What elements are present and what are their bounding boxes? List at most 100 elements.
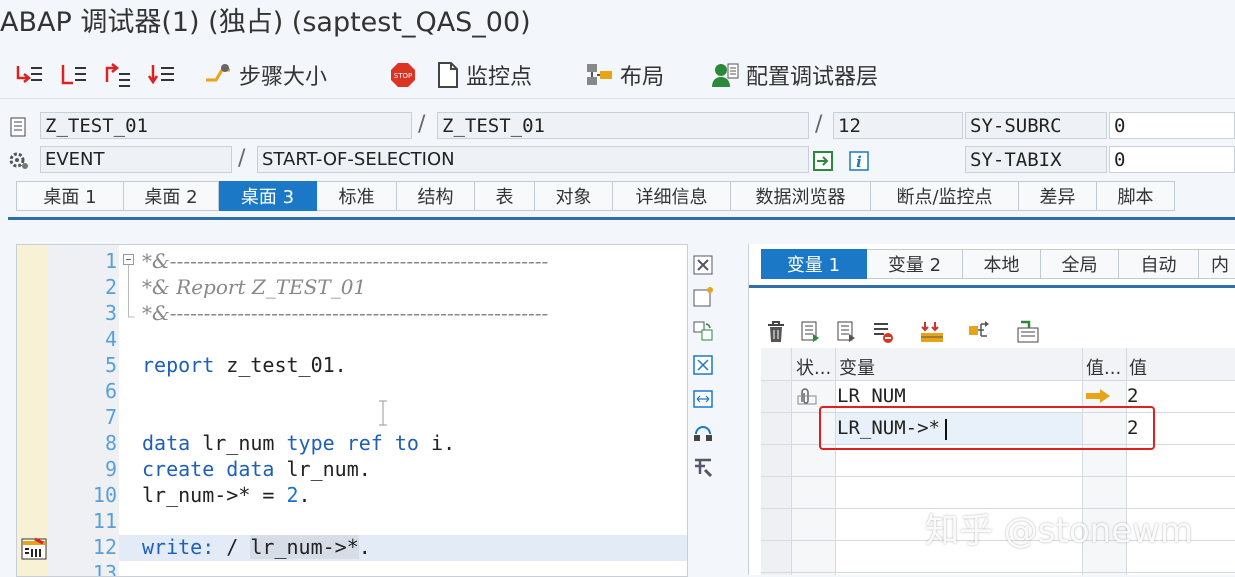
delete-row-icon[interactable] [871, 320, 895, 344]
navigate-icon[interactable] [812, 150, 834, 172]
line-number: 8 [104, 431, 117, 455]
step-size-button[interactable]: 步骤大小 [203, 60, 327, 90]
desktop-tabs: 桌面 1 桌面 2 桌面 3 标准 结构 表 对象 详细信息 数据浏览器 断点/… [16, 181, 1175, 211]
include-field: Z_TEST_01 [437, 112, 809, 139]
code-text: lr_num. [274, 457, 371, 481]
tab-data-browser[interactable]: 数据浏览器 [731, 181, 871, 211]
watermark: 知乎 @stonewm [925, 511, 1194, 551]
variable-tab-underline [749, 285, 1235, 288]
variable-name[interactable]: LR_NUM [837, 385, 906, 407]
delete-icon[interactable] [765, 320, 787, 344]
code-line-current: write: / lr_num->*. [142, 535, 371, 559]
line-number: 7 [104, 405, 117, 429]
continue-button[interactable] [146, 60, 182, 90]
stop-icon: STOP [391, 63, 415, 87]
code-comment: *& Report Z_TEST_01 [142, 275, 367, 299]
grid-line [835, 348, 836, 575]
maximize-tool-icon[interactable] [692, 354, 714, 376]
grid-line [761, 476, 1235, 477]
swap-tool-icon[interactable] [692, 388, 714, 410]
tab-standard[interactable]: 标准 [317, 181, 397, 211]
return-button[interactable] [102, 60, 138, 90]
keyword: data [226, 457, 275, 481]
tab-variables-1[interactable]: 变量 1 [761, 249, 867, 279]
window-title: ABAP 调试器(1) (独占) (saptest_QAS_00) [0, 7, 531, 38]
row-selector-column [761, 380, 791, 575]
tab-structure[interactable]: 结构 [397, 181, 475, 211]
source-code-editor[interactable]: 1 2 3 4 5 6 7 8 9 10 11 12 13 *&--------… [16, 244, 688, 577]
number-literal: 2 [286, 483, 299, 507]
keyword: write: [142, 535, 215, 559]
tab-table[interactable]: 表 [475, 181, 535, 211]
tab-object[interactable]: 对象 [535, 181, 613, 211]
code-text: . [298, 483, 311, 507]
separator: / [418, 112, 426, 137]
grid-line [761, 380, 1235, 381]
code-text: lr_num->* = [142, 483, 287, 507]
event-type-field: EVENT [40, 146, 232, 173]
arrow-right-icon[interactable] [1085, 388, 1111, 404]
breakpoint-margin[interactable] [17, 245, 47, 576]
tab-variables-2[interactable]: 变量 2 [867, 249, 963, 279]
fold-marker-icon[interactable] [123, 254, 135, 320]
refresh-tool-icon[interactable] [692, 422, 714, 444]
hierarchy-icon[interactable] [967, 320, 993, 344]
tab-auto[interactable]: 自动 [1119, 249, 1199, 279]
variable-value[interactable]: 2 [1127, 385, 1138, 407]
export-icon[interactable] [1015, 320, 1041, 344]
layout-button[interactable]: 布局 [584, 60, 664, 90]
tab-details[interactable]: 详细信息 [613, 181, 731, 211]
line-number: 12 [92, 535, 117, 559]
code-text: / [214, 535, 251, 559]
line-number: 10 [92, 483, 117, 507]
info-icon[interactable]: i [848, 150, 870, 172]
header-value-type[interactable]: 值... [1086, 354, 1121, 380]
grid-header-bg [761, 348, 1235, 380]
sy-subrc-label: SY-SUBRC [965, 112, 1107, 139]
tab-script[interactable]: 脚本 [1097, 181, 1175, 211]
tab-desktop-2[interactable]: 桌面 2 [124, 181, 219, 211]
step-into-icon [16, 66, 42, 83]
step-size-icon [206, 64, 230, 82]
line-number: 9 [104, 457, 117, 481]
attachment-icon [797, 388, 817, 405]
step-size-label: 步骤大小 [239, 65, 328, 90]
step-into-button[interactable] [14, 60, 50, 90]
layout-label: 布局 [620, 65, 665, 90]
separator: / [238, 146, 246, 171]
tab-underline [8, 217, 1235, 220]
insert-row-icon[interactable] [799, 320, 823, 344]
tab-diff[interactable]: 差异 [1019, 181, 1097, 211]
close-tool-icon[interactable] [692, 254, 714, 276]
code-line: data lr_num type ref to i. [142, 431, 455, 455]
header-status[interactable]: 状... [796, 354, 831, 380]
tab-desktop-3[interactable]: 桌面 3 [219, 181, 317, 211]
code-text: i. [418, 431, 456, 455]
variable-tabs: 变量 1 变量 2 本地 全局 自动 内 [761, 249, 1235, 279]
replace-tool-icon[interactable] [692, 320, 714, 342]
code-line: create data lr_num. [142, 457, 371, 481]
sy-tabix-value: 0 [1109, 146, 1235, 173]
tab-more[interactable]: 内 [1199, 249, 1235, 279]
header-variable[interactable]: 变量 [839, 354, 875, 380]
watchpoint-label: 监控点 [466, 65, 533, 90]
tab-local[interactable]: 本地 [963, 249, 1041, 279]
watchpoint-button[interactable]: 监控点 [436, 60, 532, 90]
header-value[interactable]: 值 [1129, 354, 1147, 380]
append-row-icon[interactable] [835, 320, 859, 344]
new-tool-icon[interactable] [692, 286, 714, 308]
tab-breakpoints[interactable]: 断点/监控点 [871, 181, 1019, 211]
tab-desktop-1[interactable]: 桌面 1 [16, 181, 124, 211]
stop-button[interactable]: STOP [390, 60, 422, 90]
line-number: 1 [104, 249, 117, 273]
return-icon [105, 63, 130, 87]
configure-layers-button[interactable]: 配置调试器层 [710, 60, 878, 90]
move-icon[interactable] [919, 320, 945, 344]
tool-settings-icon[interactable] [692, 456, 714, 478]
tab-global[interactable]: 全局 [1041, 249, 1119, 279]
execute-button[interactable] [58, 60, 94, 90]
execute-icon [61, 65, 86, 85]
